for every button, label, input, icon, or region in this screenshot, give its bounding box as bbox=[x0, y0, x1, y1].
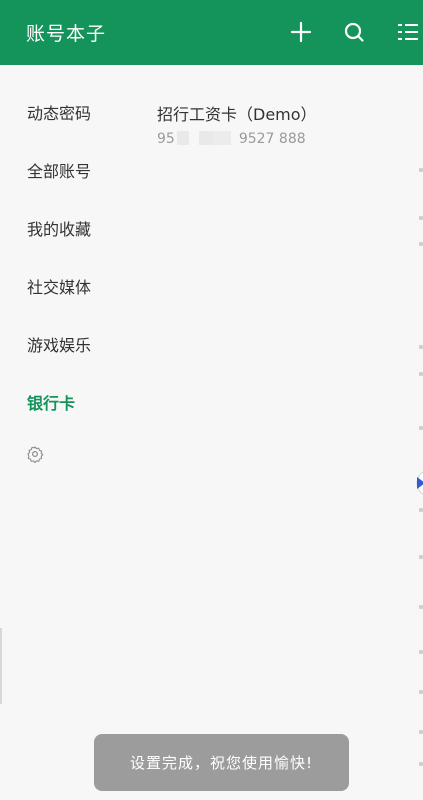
masked-digits bbox=[176, 131, 237, 145]
side-handle-icon[interactable] bbox=[412, 470, 423, 496]
search-icon[interactable] bbox=[342, 20, 366, 44]
account-name[interactable]: 招行工资卡（Demo） bbox=[157, 101, 317, 125]
sidebar-item-social-media[interactable]: 社交媒体 bbox=[27, 274, 91, 298]
account-number-suffix: 9527 888 bbox=[238, 131, 306, 147]
list-menu-icon[interactable] bbox=[396, 20, 420, 44]
sidebar-item-favorites[interactable]: 我的收藏 bbox=[27, 216, 91, 240]
gear-icon[interactable] bbox=[26, 445, 44, 463]
plus-icon[interactable] bbox=[289, 20, 313, 44]
sidebar-item-games[interactable]: 游戏娱乐 bbox=[27, 332, 91, 356]
sidebar-item-bank-cards[interactable]: 银行卡 bbox=[27, 390, 75, 414]
account-number-prefix: 95 bbox=[157, 131, 175, 147]
account-number: 95 9527 888 bbox=[157, 131, 306, 147]
app-bar: 账号本子 bbox=[0, 0, 423, 65]
sidebar-item-all-accounts[interactable]: 全部账号 bbox=[27, 158, 91, 182]
sidebar-item-dynamic-password[interactable]: 动态密码 bbox=[27, 100, 91, 124]
toast-message: 设置完成，祝您使用愉快! bbox=[94, 734, 349, 791]
app-title: 账号本子 bbox=[26, 23, 107, 45]
edge-indicator bbox=[0, 628, 2, 704]
